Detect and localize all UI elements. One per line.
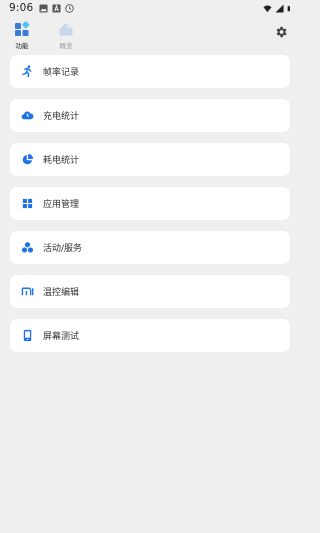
running-man-icon <box>22 65 32 78</box>
status-bar: 9:06 <box>0 0 300 16</box>
phone-screen-icon <box>23 329 32 342</box>
menu-item-thermal-edit[interactable]: 温控编辑 <box>10 275 290 308</box>
pie-chart-icon <box>22 153 34 165</box>
function-grid-icon <box>15 21 30 36</box>
house-icon <box>59 23 73 36</box>
menu-item-label: 活动/服务 <box>43 244 83 254</box>
top-navigation: 功能 概览 <box>0 20 300 50</box>
gear-icon[interactable] <box>274 25 288 39</box>
status-notification-icons <box>39 3 75 13</box>
clock-icon <box>65 3 75 13</box>
status-system-icons <box>263 3 293 13</box>
menu-item-frame-rate[interactable]: 帧率记录 <box>10 55 290 88</box>
grid-icon <box>22 198 33 209</box>
menu-item-app-management[interactable]: 应用管理 <box>10 187 290 220</box>
cloud-icon <box>21 111 34 120</box>
menu-item-label: 屏幕测试 <box>43 332 80 342</box>
menu-item-label: 充电统计 <box>43 112 80 122</box>
menu-item-label: 帧率记录 <box>43 68 80 78</box>
menu-item-label: 耗电统计 <box>43 156 80 166</box>
battery-icon <box>287 5 290 11</box>
cluster-icon <box>21 242 34 253</box>
menu-list: 帧率记录 充电统计 耗电统计 应用管理 活动/服务 温控编辑 屏幕测试 <box>10 55 290 363</box>
signal-icon <box>275 3 284 13</box>
tab-features[interactable]: 功能 <box>8 20 36 50</box>
menu-item-power-stats[interactable]: 耗电统计 <box>10 143 290 176</box>
menu-item-label: 应用管理 <box>43 200 80 210</box>
text-a-icon <box>52 3 61 13</box>
menu-item-charging-stats[interactable]: 充电统计 <box>10 99 290 132</box>
menu-item-activity-service[interactable]: 活动/服务 <box>10 231 290 264</box>
mi-logo-icon <box>21 287 34 296</box>
menu-item-screen-test[interactable]: 屏幕测试 <box>10 319 290 352</box>
menu-item-label: 温控编辑 <box>43 288 80 298</box>
image-icon <box>39 3 48 13</box>
wifi-icon <box>263 4 272 12</box>
status-time: 9:06 <box>9 2 34 14</box>
tab-overview-label: 概览 <box>59 42 73 50</box>
tab-overview[interactable]: 概览 <box>52 20 80 50</box>
tab-features-label: 功能 <box>15 42 29 50</box>
